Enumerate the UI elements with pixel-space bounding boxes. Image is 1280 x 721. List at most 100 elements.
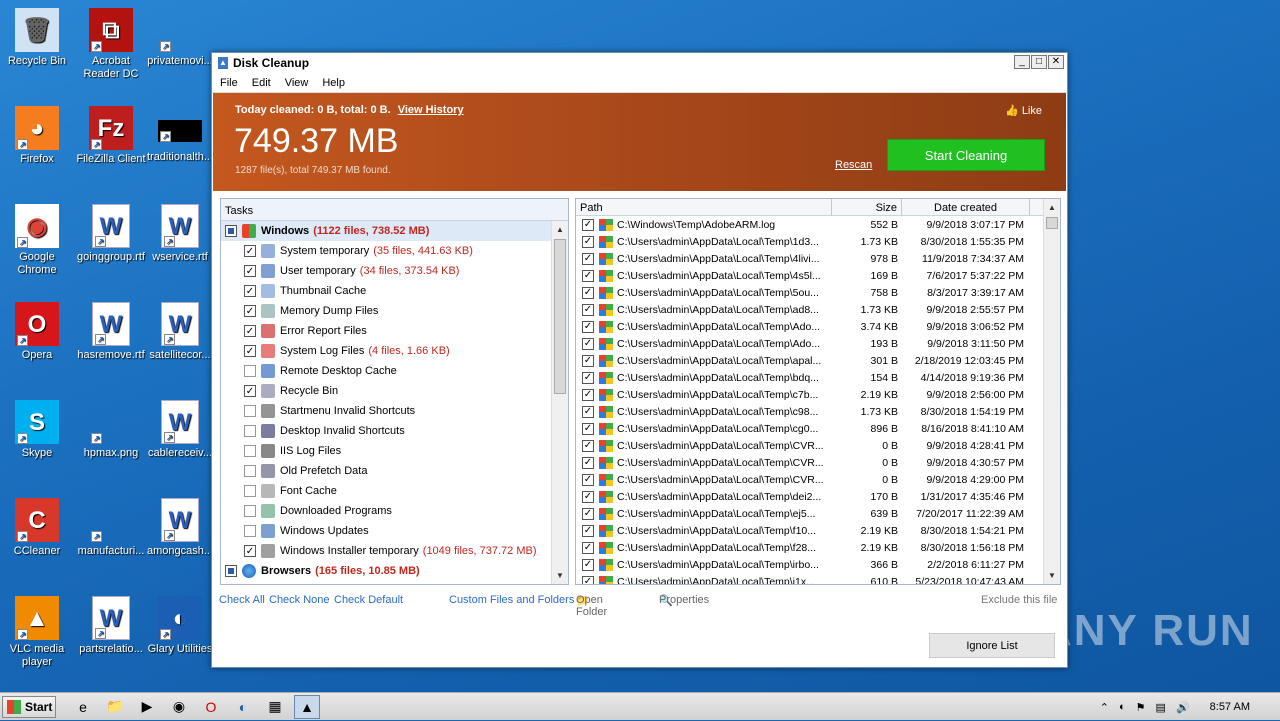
exclude-file-link[interactable]: Exclude this file (981, 594, 1057, 606)
network-icon[interactable]: ▤ (1156, 701, 1166, 714)
rescan-link[interactable]: Rescan (835, 159, 872, 171)
result-row[interactable]: ✓ C:\Users\admin\AppData\Local\Temp\5ou..… (576, 284, 1060, 301)
desktop-icon[interactable]: ◕ ↗ Firefox (1, 106, 73, 166)
column-size[interactable]: Size (832, 199, 902, 215)
desktop-icon[interactable]: W ↗ amongcash... (144, 498, 216, 558)
opera-taskbar-icon[interactable]: O (198, 695, 224, 719)
menu-edit[interactable]: Edit (252, 77, 271, 89)
check-all-link[interactable]: Check All (219, 594, 265, 606)
desktop-icon[interactable]: ◐ ↗ Glary Utilities (144, 596, 216, 656)
glary-tray-icon[interactable]: ◐ (1119, 701, 1126, 713)
row-checkbox[interactable]: ✓ (582, 490, 594, 503)
task-item[interactable]: Startmenu Invalid Shortcuts (221, 401, 568, 421)
task-item[interactable]: ✓ User temporary (34 files, 373.54 KB) (221, 261, 568, 281)
result-row[interactable]: ✓ C:\Users\admin\AppData\Local\Temp\apal.… (576, 352, 1060, 369)
minimize-button[interactable]: _ (1014, 55, 1030, 69)
row-checkbox[interactable]: ✓ (582, 541, 594, 554)
result-row[interactable]: ✓ C:\Users\admin\AppData\Local\Temp\f10..… (576, 522, 1060, 539)
desktop-icon[interactable]: ↗ manufacturi... (75, 498, 147, 558)
scroll-up-icon[interactable]: ▲ (552, 221, 568, 238)
row-checkbox[interactable]: ✓ (582, 286, 594, 299)
results-scrollbar[interactable]: ▲ ▼ (1043, 199, 1060, 584)
desktop-icon[interactable]: ◉ ↗ Google Chrome (1, 204, 73, 277)
row-checkbox[interactable]: ✓ (582, 473, 594, 486)
result-row[interactable]: ✓ C:\Users\admin\AppData\Local\Temp\Ado..… (576, 335, 1060, 352)
desktop-icon[interactable]: ⧉ ↗ Acrobat Reader DC (75, 8, 147, 81)
result-row[interactable]: ✓ C:\Users\admin\AppData\Local\Temp\cg0..… (576, 420, 1060, 437)
row-checkbox[interactable]: ✓ (582, 507, 594, 520)
row-checkbox[interactable]: ✓ (582, 575, 594, 584)
result-row[interactable]: ✓ C:\Users\admin\AppData\Local\Temp\Ado..… (576, 318, 1060, 335)
task-item[interactable]: Windows Updates (221, 521, 568, 541)
row-checkbox[interactable]: ✓ (582, 422, 594, 435)
row-checkbox[interactable]: ✓ (582, 405, 594, 418)
desktop-icon[interactable]: ▲ ↗ VLC media player (1, 596, 73, 669)
grid-app-icon[interactable]: ▦ (262, 695, 288, 719)
result-row[interactable]: ✓ C:\Users\admin\AppData\Local\Temp\dei2.… (576, 488, 1060, 505)
row-checkbox[interactable]: ✓ (582, 439, 594, 452)
desktop-icon[interactable]: W ↗ hasremove.rtf (75, 302, 147, 362)
desktop-icon[interactable]: W ↗ partsrelatio... (75, 596, 147, 656)
row-checkbox[interactable]: ✓ (582, 337, 594, 350)
result-row[interactable]: ✓ C:\Users\admin\AppData\Local\Temp\CVR..… (576, 454, 1060, 471)
task-checkbox[interactable]: ✓ (244, 245, 256, 257)
media-player-icon[interactable]: ▶ (134, 695, 160, 719)
desktop-icon[interactable]: ↗ hpmax.png (75, 400, 147, 460)
explorer-icon[interactable]: 📁 (102, 695, 128, 719)
desktop-icon[interactable]: W ↗ wservice.rtf (144, 204, 216, 264)
result-row[interactable]: ✓ C:\Users\admin\AppData\Local\Temp\f28..… (576, 539, 1060, 556)
task-checkbox[interactable]: ✓ (244, 385, 256, 397)
scroll-down-icon[interactable]: ▼ (1044, 567, 1060, 584)
flag-icon[interactable]: ⚑ (1136, 701, 1146, 714)
result-row[interactable]: ✓ C:\Users\admin\AppData\Local\Temp\4s5l.… (576, 267, 1060, 284)
result-row[interactable]: ✓ C:\Users\admin\AppData\Local\Temp\irbo.… (576, 556, 1060, 573)
result-row[interactable]: ✓ C:\Users\admin\AppData\Local\Temp\CVR..… (576, 437, 1060, 454)
show-hidden-icon[interactable]: ⌃ (1100, 701, 1109, 714)
desktop-icon[interactable]: ↗ privatemovi... (144, 8, 216, 68)
task-checkbox[interactable] (244, 365, 256, 377)
task-group[interactable]: Browsers (165 files, 10.85 MB) (221, 561, 568, 581)
desktop-icon[interactable]: O ↗ Opera (1, 302, 73, 362)
row-checkbox[interactable]: ✓ (582, 218, 594, 231)
row-checkbox[interactable]: ✓ (582, 388, 594, 401)
desktop-icon[interactable]: ↗ traditionalth... (144, 106, 216, 164)
group-checkbox[interactable] (225, 225, 237, 237)
tasks-scrollbar[interactable]: ▲ ▼ (551, 221, 568, 584)
task-checkbox[interactable]: ✓ (244, 325, 256, 337)
desktop-icon[interactable]: W ↗ satellitecor... (144, 302, 216, 362)
task-item[interactable]: Old Prefetch Data (221, 461, 568, 481)
desktop-icon[interactable]: C ↗ CCleaner (1, 498, 73, 558)
view-history-link[interactable]: View History (398, 104, 464, 116)
menu-file[interactable]: File (220, 77, 238, 89)
desktop-icon[interactable]: W ↗ cablereceiv... (144, 400, 216, 460)
row-checkbox[interactable]: ✓ (582, 235, 594, 248)
check-default-link[interactable]: Check Default (334, 594, 403, 606)
like-button[interactable]: 👍 Like (1005, 104, 1042, 117)
task-item[interactable]: IIS Log Files (221, 441, 568, 461)
ie-icon[interactable]: e (70, 695, 96, 719)
ignore-list-button[interactable]: Ignore List (929, 633, 1055, 658)
column-path[interactable]: Path (576, 199, 832, 215)
title-bar[interactable]: ▲ Disk Cleanup _ □ ✕ (212, 53, 1067, 73)
result-row[interactable]: ✓ C:\Users\admin\AppData\Local\Temp\c7b..… (576, 386, 1060, 403)
task-item[interactable]: Desktop Invalid Shortcuts (221, 421, 568, 441)
task-item[interactable]: ✓ Windows Installer temporary (1049 files,… (221, 541, 568, 561)
desktop-icon[interactable]: 🗑 Recycle Bin (1, 8, 73, 68)
row-checkbox[interactable]: ✓ (582, 320, 594, 333)
row-checkbox[interactable]: ✓ (582, 252, 594, 265)
clock[interactable]: 8:57 AM (1210, 701, 1250, 713)
result-row[interactable]: ✓ C:\Users\admin\AppData\Local\Temp\i1x..… (576, 573, 1060, 584)
chrome-taskbar-icon[interactable]: ◉ (166, 695, 192, 719)
task-checkbox[interactable]: ✓ (244, 305, 256, 317)
desktop-icon[interactable]: Fz ↗ FileZilla Client (75, 106, 147, 166)
scroll-down-icon[interactable]: ▼ (552, 567, 568, 584)
desktop-icon[interactable]: W ↗ goinggroup.rtf (75, 204, 147, 264)
maximize-button[interactable]: □ (1031, 55, 1047, 69)
task-item[interactable]: ✓ Recycle Bin (221, 381, 568, 401)
scroll-thumb[interactable] (1046, 217, 1058, 229)
disk-cleanup-taskbar-icon[interactable]: ▲ (294, 694, 320, 719)
desktop-icon[interactable]: S ↗ Skype (1, 400, 73, 460)
task-item[interactable]: ✓ System temporary (35 files, 441.63 KB) (221, 241, 568, 261)
task-checkbox[interactable]: ✓ (244, 345, 256, 357)
result-row[interactable]: ✓ C:\Windows\Temp\AdobeARM.log 552 B 9/9/20… (576, 216, 1060, 233)
